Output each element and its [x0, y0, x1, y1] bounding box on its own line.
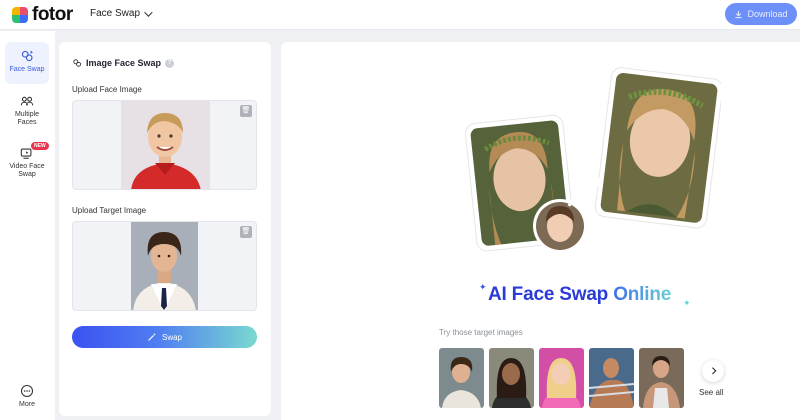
- swap-button[interactable]: Swap: [72, 326, 257, 348]
- preview-stage: ✦ AI Face Swap Online ✦ Try those target…: [281, 42, 800, 420]
- panel-title-text: Image Face Swap: [86, 58, 162, 68]
- upload-face-label: Upload Face Image: [72, 85, 142, 94]
- rail-item-video-face-swap[interactable]: NEW Video Face Swap: [5, 142, 49, 179]
- see-all-link[interactable]: See all: [699, 388, 723, 397]
- face-image-preview: [121, 101, 210, 189]
- rail-item-label: Multiple Faces: [14, 111, 40, 126]
- hero-title-main: AI Face Swap: [488, 284, 609, 305]
- face-image-upload[interactable]: 🗑: [72, 100, 257, 190]
- target-thumbnail-image: [439, 348, 484, 408]
- target-image-preview: [131, 222, 198, 310]
- sparkle-icon: ✦: [479, 282, 487, 292]
- rail-item-multiple-faces[interactable]: Multiple Faces: [5, 94, 49, 127]
- swap-label: Swap: [161, 332, 182, 342]
- download-label: Download: [747, 9, 788, 19]
- download-icon: [735, 10, 743, 18]
- fotor-logo[interactable]: fotor: [12, 5, 73, 24]
- more-icon: [20, 384, 34, 398]
- target-image-upload[interactable]: 🗑: [72, 221, 257, 311]
- hero-illustration: [464, 67, 721, 253]
- chevron-down-icon: [144, 7, 153, 17]
- download-button[interactable]: Download: [725, 3, 797, 25]
- face-swap-icon: [73, 59, 82, 67]
- hero-title: AI Face Swap Online: [488, 284, 671, 306]
- target-thumbnail-image: [489, 348, 534, 408]
- rail-item-label: More: [19, 401, 35, 408]
- group-icon: [20, 96, 34, 106]
- target-thumbnail-5[interactable]: [639, 348, 684, 408]
- delete-target-icon[interactable]: 🗑: [240, 226, 252, 238]
- target-thumbnail-image: [639, 348, 684, 408]
- target-thumbnail-image: [539, 348, 584, 408]
- target-thumbnail-4[interactable]: [589, 348, 634, 408]
- left-rail: Face Swap Multiple Faces NEW Video Face …: [0, 31, 55, 420]
- rail-item-more[interactable]: More: [5, 384, 49, 409]
- magic-wand-icon: [148, 333, 156, 341]
- chevron-right-icon: [708, 366, 716, 374]
- logo-text: fotor: [32, 4, 73, 25]
- target-thumbnail-image: [589, 348, 634, 408]
- upload-target-label: Upload Target Image: [72, 206, 147, 215]
- top-bar: fotor Face Swap Download: [0, 0, 800, 30]
- product-dropdown-label: Face Swap: [90, 8, 141, 19]
- sparkle-icon: ✦: [683, 298, 691, 308]
- swap-settings-panel: Image Face Swap ? Upload Face Image 🗑 Up…: [59, 42, 271, 416]
- delete-face-icon[interactable]: 🗑: [240, 105, 252, 117]
- rail-item-face-swap[interactable]: Face Swap: [5, 42, 49, 84]
- new-badge: NEW: [31, 142, 49, 150]
- rail-item-label: Video Face Swap: [9, 163, 45, 178]
- rail-item-label: Face Swap: [9, 66, 45, 73]
- target-thumbnail-3[interactable]: [539, 348, 584, 408]
- next-arrow-button[interactable]: [702, 360, 724, 382]
- product-dropdown[interactable]: Face Swap: [90, 7, 153, 19]
- panel-title: Image Face Swap ?: [72, 58, 175, 68]
- help-icon[interactable]: ?: [165, 58, 175, 68]
- target-thumbnail-2[interactable]: [489, 348, 534, 408]
- hero-title-accent: Online: [613, 284, 672, 305]
- try-target-label: Try those target images: [439, 328, 523, 337]
- target-thumbnail-1[interactable]: [439, 348, 484, 408]
- logo-mark-icon: [12, 6, 28, 23]
- face-swap-icon: [21, 50, 33, 62]
